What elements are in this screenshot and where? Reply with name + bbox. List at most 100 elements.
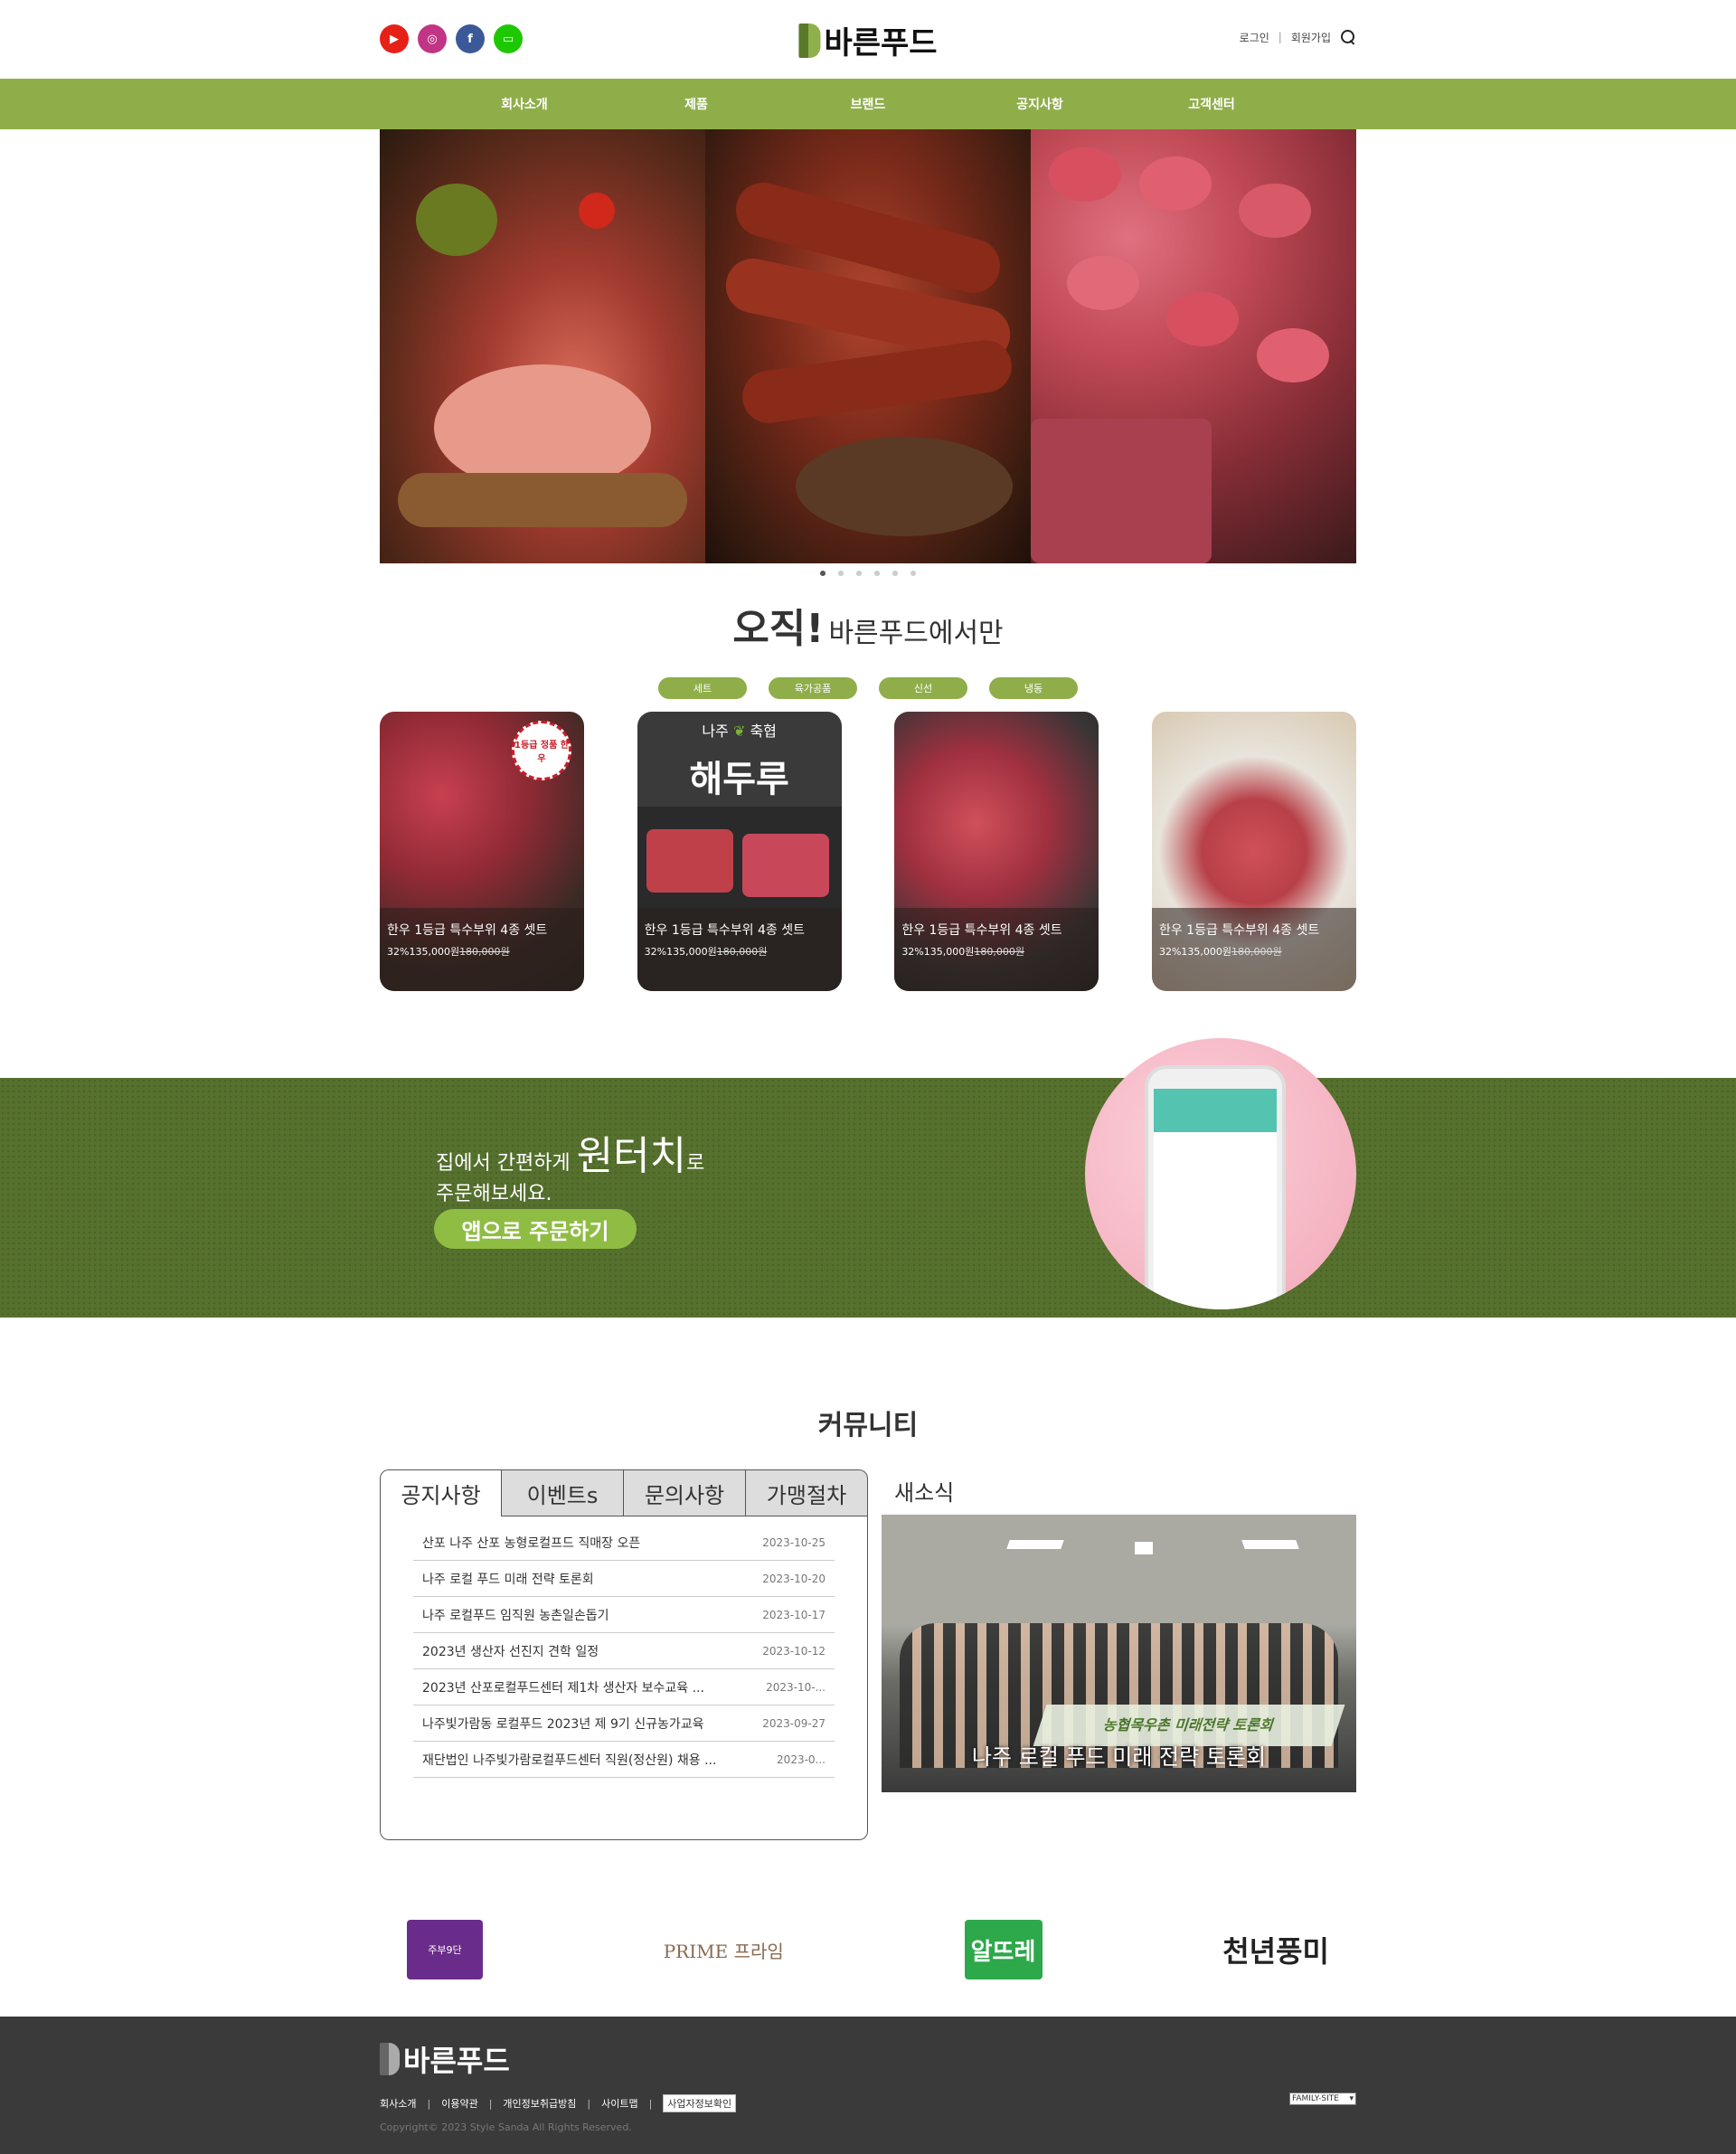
nav-item-notice[interactable]: 공지사항 [954, 95, 1126, 113]
nav-item-company[interactable]: 회사소개 [439, 95, 610, 113]
facebook-icon[interactable]: f [456, 24, 485, 53]
list-item[interactable]: 나주 로컬 푸드 미래 전략 토론회 2023-10-20 [413, 1561, 835, 1597]
partner-logo[interactable]: 주부9단 [407, 1920, 483, 1979]
hero-image-patties [1031, 129, 1356, 563]
category-set[interactable]: 세트 [658, 677, 747, 699]
slider-dot[interactable] [892, 571, 898, 576]
footer-links: 회사소개 | 이용약관 | 개인정보취급방침 | 사이트맵 | 사업자정보확인 [380, 2094, 737, 2112]
price: 135,000원 [666, 946, 717, 958]
product-card[interactable]: 한우 1등급 특수부위 4종 셋트 32%135,000원180,000원 [894, 712, 1099, 991]
post-title[interactable]: 2023년 생산자 선진지 견학 일정 [422, 1642, 599, 1660]
search-icon[interactable] [1340, 29, 1356, 45]
logo-mark-icon [380, 2043, 400, 2075]
signup-link[interactable]: 회원가입 [1291, 30, 1331, 45]
order-app-button[interactable]: 앱으로 주문하기 [434, 1209, 637, 1249]
tab-inquiry[interactable]: 문의사항 [624, 1469, 746, 1516]
main-nav: 회사소개 제품 브랜드 공지사항 고객센터 [0, 79, 1736, 129]
divider: | [587, 2097, 591, 2110]
phone-image [1085, 1038, 1356, 1309]
list-item[interactable]: 2023년 산포로컬푸드센터 제1차 생산자 보수교육 ... 2023-10-.… [413, 1669, 835, 1705]
discount: 32% [901, 946, 924, 958]
category-frozen[interactable]: 냉동 [989, 677, 1078, 699]
brand-subtitle: 나주 ❦ 축협 [637, 719, 842, 741]
footer-logo-text: 바른푸드 [403, 2044, 510, 2078]
product-caption: 한우 1등급 특수부위 4종 셋트 32%135,000원180,000원 [637, 908, 842, 991]
list-item[interactable]: 2023년 생산자 선진지 견학 일정 2023-10-12 [413, 1633, 835, 1669]
app-banner-line2: 주문해보세요. [436, 1183, 552, 1205]
post-title[interactable]: 나주 로컬 푸드 미래 전략 토론회 [422, 1570, 594, 1588]
news-photo[interactable]: 농협목우촌 미래전략 토론회 나주 로컬 푸드 미래 전략 토론회 [882, 1515, 1356, 1792]
tab-franchise[interactable]: 가맹절차 [746, 1469, 868, 1516]
product-card[interactable]: 나주 ❦ 축협 해두루 한우 1등급 특수부위 4종 셋트 32%135,000… [637, 712, 842, 991]
post-title[interactable]: 2023년 산포로컬푸드센터 제1차 생산자 보수교육 ... [422, 1678, 704, 1696]
community-title: 커뮤니티 [817, 1410, 919, 1441]
title-small: 바른푸드에서만 [828, 618, 1004, 649]
hero-image-sausages [705, 129, 1031, 563]
product-price: 32%135,000원180,000원 [901, 944, 1091, 959]
family-site-select[interactable]: FAMILY-SITE ▾ [1289, 2093, 1356, 2105]
post-date: 2023-10-12 [762, 1644, 826, 1658]
footer-logo[interactable]: 바른푸드 [380, 2038, 510, 2080]
partner-logo[interactable]: PRIME 프라임 [664, 1937, 784, 1963]
discount: 32% [644, 946, 667, 958]
product-price: 32%135,000원180,000원 [645, 944, 835, 959]
list-item[interactable]: 나주 로컬푸드 임직원 농촌일손돕기 2023-10-17 [413, 1597, 835, 1633]
partner-logo[interactable]: 알뜨레 [964, 1920, 1043, 1979]
community-section: 공지사항 이벤트s 문의사항 가맹절차 산포 나주 산포 농형로컬프드 직매장 … [380, 1469, 1356, 1840]
product-caption: 한우 1등급 특수부위 4종 셋트 32%135,000원180,000원 [1151, 908, 1356, 991]
partner-logos: 주부9단 PRIME 프라임 알뜨레 천년풍미 [380, 1918, 1356, 1981]
old-price: 180,000원 [974, 946, 1024, 958]
logo-mark-icon [798, 23, 821, 58]
product-price: 32%135,000원180,000원 [1159, 944, 1349, 959]
app-banner: 집에서 간편하게 원터치로 주문해보세요. 앱으로 주문하기 [0, 1038, 1736, 1318]
nav-item-products[interactable]: 제품 [610, 95, 782, 113]
tab-notice[interactable]: 공지사항 [380, 1469, 502, 1516]
tab-events[interactable]: 이벤트s [502, 1469, 624, 1516]
logo-text: 바른푸드 [824, 25, 938, 61]
post-date: 2023-10-... [766, 1680, 826, 1694]
brand-top: 나주 [702, 723, 729, 740]
product-card[interactable]: 한우 1등급 특수부위 4종 셋트 32%135,000원180,000원 [1151, 712, 1356, 991]
post-title[interactable]: 나주 로컬푸드 임직원 농촌일손돕기 [422, 1606, 609, 1624]
slider-dot[interactable] [820, 571, 826, 576]
hero-image-charcuterie [380, 129, 705, 563]
divider: | [1278, 31, 1282, 43]
app-banner-line1: 집에서 간편하게 원터치로 [436, 1123, 704, 1181]
slider-dot[interactable] [874, 571, 880, 576]
footer-link-terms[interactable]: 이용약관 [441, 2096, 477, 2111]
post-title[interactable]: 산포 나주 산포 농형로컬프드 직매장 오픈 [422, 1534, 640, 1552]
nav-item-support[interactable]: 고객센터 [1126, 95, 1297, 113]
kakaotalk-icon[interactable]: ▭ [494, 24, 523, 53]
product-card[interactable]: 1등급 정품 한우 한우 1등급 특수부위 4종 셋트 32%135,000원1… [380, 712, 584, 991]
youtube-icon[interactable]: ▶ [380, 24, 409, 53]
category-processed[interactable]: 육가공품 [769, 677, 857, 699]
footer-link-privacy[interactable]: 개인정보취급방침 [503, 2096, 576, 2111]
post-title[interactable]: 재단법인 나주빛가람로컬푸드센터 직원(정산원) 채용 ... [422, 1751, 716, 1769]
slider-dot[interactable] [856, 571, 862, 576]
login-link[interactable]: 로그인 [1240, 30, 1269, 45]
news-section: 새소식 농협목우촌 미래전략 토론회 나주 로컬 푸드 미래 전략 토론회 [882, 1469, 1356, 1840]
footer-link-company[interactable]: 회사소개 [380, 2096, 416, 2111]
partner-logo[interactable]: 천년풍미 [1222, 1929, 1329, 1970]
news-caption: 나주 로컬 푸드 미래 전략 토론회 [971, 1744, 1267, 1770]
site-logo[interactable]: 바른푸드 [798, 18, 938, 62]
post-date: 2023-0... [777, 1752, 826, 1766]
list-item[interactable]: 산포 나주 산포 농형로컬프드 직매장 오픈 2023-10-25 [413, 1525, 835, 1561]
list-item[interactable]: 나주빛가람동 로컬푸드 2023년 제 9기 신규농가교육 2023-09-27 [413, 1705, 835, 1742]
old-price: 180,000원 [459, 946, 510, 958]
post-title[interactable]: 나주빛가람동 로컬푸드 2023년 제 9기 신규농가교육 [422, 1715, 704, 1733]
slider-dots [0, 571, 1736, 580]
business-info-button[interactable]: 사업자정보확인 [663, 2094, 737, 2112]
category-fresh[interactable]: 신선 [879, 677, 967, 699]
instagram-icon[interactable]: ◎ [418, 24, 447, 53]
hero-slider[interactable] [380, 129, 1356, 563]
slider-dot[interactable] [838, 571, 844, 576]
footer-link-sitemap[interactable]: 사이트맵 [601, 2096, 637, 2111]
board-list: 산포 나주 산포 농형로컬프드 직매장 오픈 2023-10-25 나주 로컬 푸… [380, 1516, 868, 1840]
divider: | [427, 2097, 431, 2110]
title-big: 오직! [732, 606, 825, 652]
slider-dot[interactable] [910, 571, 916, 576]
old-price: 180,000원 [716, 946, 768, 958]
list-item[interactable]: 재단법인 나주빛가람로컬푸드센터 직원(정산원) 채용 ... 2023-0... [413, 1742, 835, 1778]
nav-item-brand[interactable]: 브랜드 [782, 95, 954, 113]
